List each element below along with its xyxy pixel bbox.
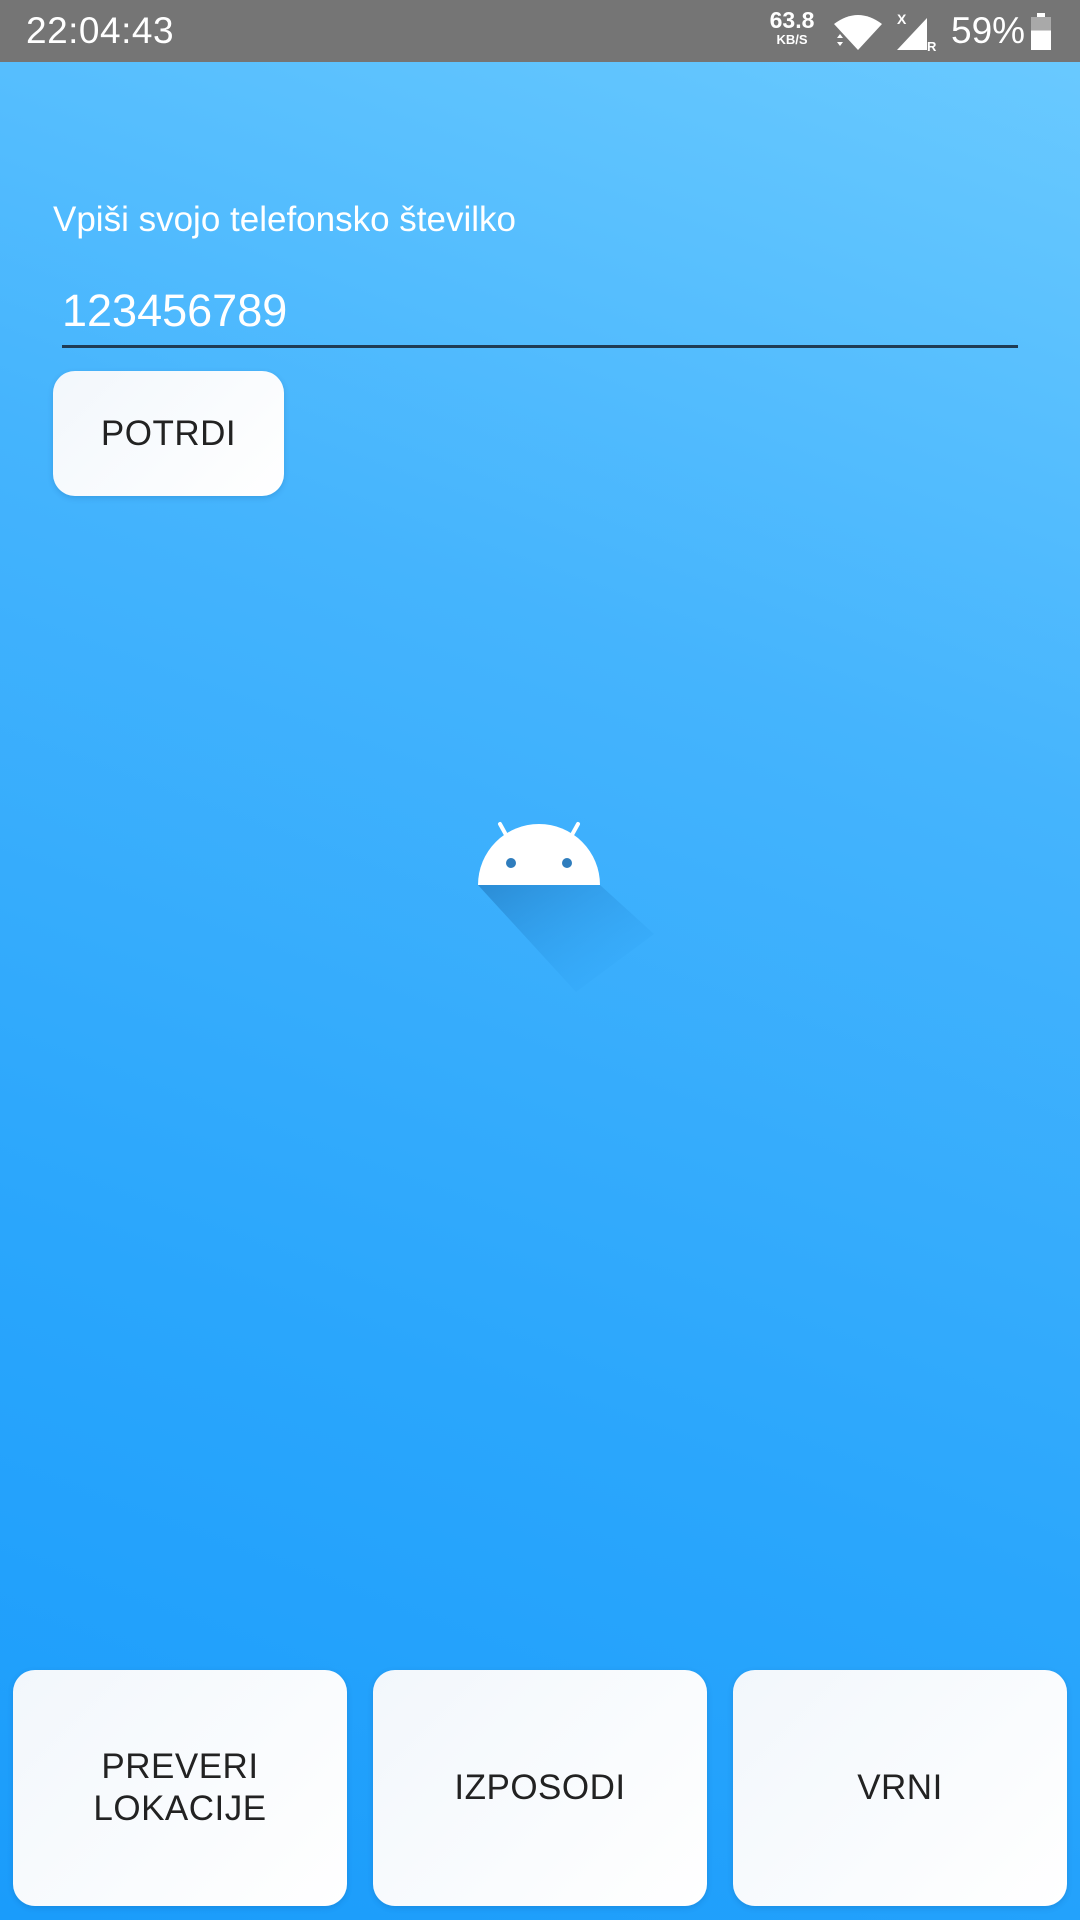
confirm-button[interactable]: POTRDI — [53, 371, 284, 496]
check-locations-button[interactable]: PREVERI LOKACIJE — [13, 1670, 347, 1906]
battery-fill — [1031, 30, 1051, 50]
network-speed: 63.8 KB/S — [762, 7, 822, 47]
android-logo-icon — [478, 822, 654, 992]
return-button[interactable]: VRNI — [733, 1670, 1067, 1906]
app-screen: 22:04:43 63.8 KB/S X R 59% Vpiši svojo t… — [0, 0, 1080, 1920]
borrow-button[interactable]: IZPOSODI — [373, 1670, 707, 1906]
network-speed-unit: KB/S — [776, 32, 808, 47]
battery-icon — [1031, 13, 1051, 50]
cell-signal-icon: X R — [897, 11, 937, 52]
signal-roaming-mark: R — [927, 39, 937, 52]
wifi-icon — [834, 15, 882, 50]
signal-no-data-mark: X — [897, 11, 907, 27]
status-time: 22:04:43 — [26, 10, 175, 51]
phone-number-label: Vpiši svojo telefonsko številko — [53, 200, 516, 239]
status-bar: 22:04:43 63.8 KB/S X R 59% — [0, 0, 1080, 62]
battery-percent: 59% — [951, 10, 1026, 51]
phone-number-input[interactable] — [62, 276, 1018, 348]
network-speed-value: 63.8 — [769, 7, 815, 33]
